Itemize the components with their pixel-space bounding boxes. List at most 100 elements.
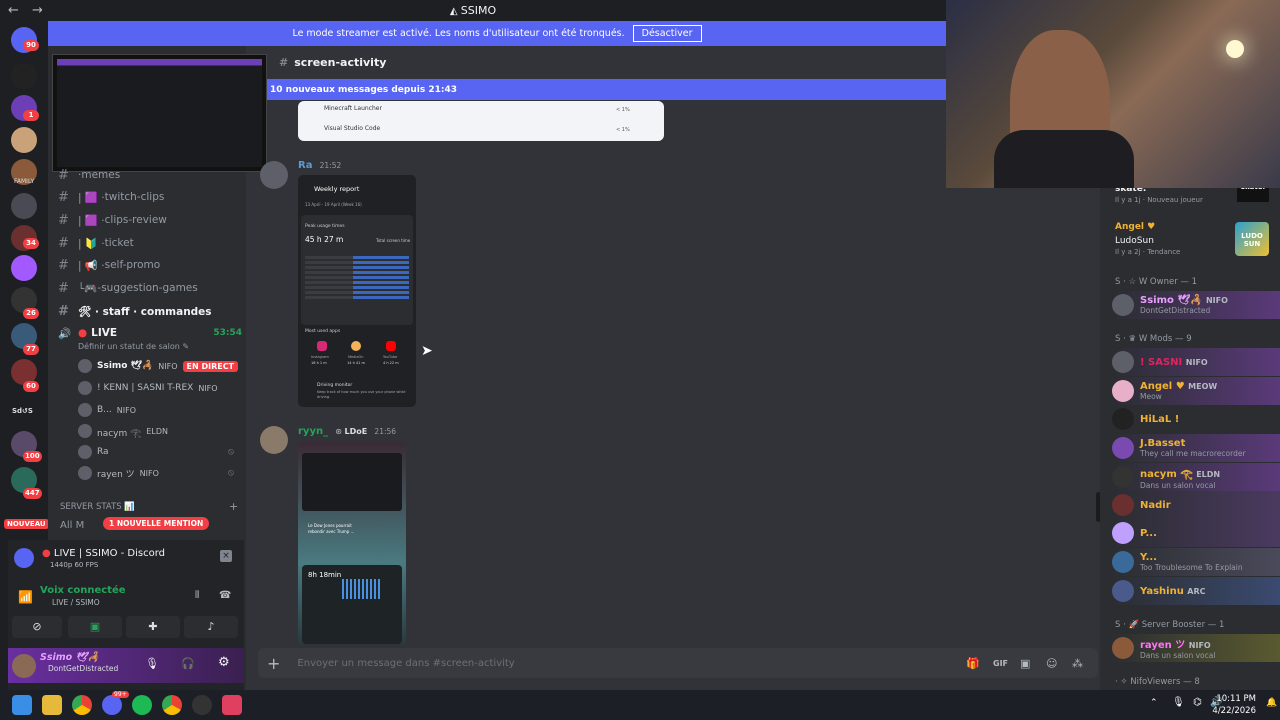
- member-row[interactable]: HiLaL !: [1112, 405, 1280, 433]
- voice-user[interactable]: rayen ツ NIFO ⦸: [78, 463, 234, 483]
- channel-name: memes: [81, 169, 121, 181]
- notification-bell-icon[interactable]: 🔔: [1266, 698, 1277, 708]
- category-server-stats[interactable]: SERVER STATS 📊: [60, 502, 135, 512]
- phone-screenshot-image[interactable]: Le Dow Jones pourrait rebondir avec Trum…: [298, 441, 406, 644]
- author-avatar[interactable]: [260, 426, 288, 454]
- file-explorer-icon[interactable]: [42, 695, 62, 715]
- game-art: LUDO SUN: [1235, 222, 1269, 256]
- app-time: 14 h 41 m: [347, 361, 365, 365]
- voice-user-name: Ra: [97, 447, 109, 457]
- channel-clips-review[interactable]: # | 🟪 · clips-review: [58, 210, 167, 230]
- channel-self-promo[interactable]: # | 📢 · self-promo: [58, 255, 160, 275]
- microphone-icon[interactable]: 🎙: [145, 657, 159, 670]
- avatar: [78, 403, 92, 417]
- gift-icon[interactable]: 🎁: [966, 657, 980, 670]
- window-title-text: SSIMO: [460, 4, 497, 17]
- message-time: 21:52: [319, 161, 342, 170]
- sticker-icon[interactable]: ▣: [1020, 657, 1030, 670]
- nested-screenshot: [302, 453, 402, 511]
- streamer-shirt: [994, 130, 1134, 188]
- set-channel-status[interactable]: Définir un statut de salon ✎: [78, 342, 189, 351]
- channel-prefix: | 🟪 ·: [78, 191, 105, 204]
- instagram-icon: [317, 341, 327, 351]
- soundboard-button[interactable]: ♪: [184, 616, 238, 638]
- tiktok-icon[interactable]: [222, 695, 242, 715]
- server-icon[interactable]: [11, 63, 37, 89]
- voice-connected-label[interactable]: Voix connectée: [40, 585, 126, 596]
- member-row[interactable]: Nadir: [1112, 491, 1280, 519]
- server-badge: 77: [23, 344, 39, 355]
- user-avatar[interactable]: [12, 654, 36, 678]
- voice-channel-live[interactable]: 🔊 ● LIVE 53:54: [58, 323, 242, 343]
- family-label: FAMILY: [14, 178, 35, 185]
- server-badge: 447: [23, 488, 42, 499]
- member-row[interactable]: Yashinu ARC: [1112, 577, 1280, 605]
- author-avatar[interactable]: [260, 161, 288, 189]
- noise-suppression-icon[interactable]: ⫴: [195, 590, 199, 601]
- message-input[interactable]: Envoyer un message dans #screen-activity: [297, 658, 514, 669]
- windows-start-icon[interactable]: [12, 695, 32, 715]
- discord-icon[interactable]: 99+: [102, 691, 129, 715]
- member-name[interactable]: Angel ♥: [1115, 222, 1155, 232]
- voice-user-name: rayen ツ: [97, 469, 135, 480]
- mic-tray-icon[interactable]: 🎙: [1172, 697, 1185, 708]
- app-time: 4 h 22 m: [383, 361, 399, 365]
- network-icon[interactable]: ⌬: [1193, 697, 1202, 708]
- server-icon[interactable]: [11, 193, 37, 219]
- stream-title: ● LIVE | SSIMO - Discord: [42, 548, 166, 559]
- tray-chevron-icon[interactable]: ⌃: [1150, 698, 1158, 708]
- weekly-report-image[interactable]: Weekly report 13 April - 19 April (Week …: [298, 175, 416, 407]
- stop-stream-icon[interactable]: ×: [220, 550, 232, 562]
- chrome-profile-icon[interactable]: [162, 695, 182, 715]
- voice-user[interactable]: Ra ⦸: [78, 442, 234, 462]
- gif-icon[interactable]: GIF: [993, 659, 1008, 668]
- apps-icon[interactable]: ⁂: [1072, 657, 1083, 670]
- disconnect-icon[interactable]: ☎: [219, 590, 231, 601]
- message-author[interactable]: ryyn_: [298, 426, 328, 437]
- headphones-icon[interactable]: 🎧: [181, 657, 195, 670]
- channel-twitch-clips[interactable]: # | 🟪 · twitch-clips: [58, 187, 164, 207]
- hash-icon: #: [58, 303, 69, 319]
- add-channel-icon[interactable]: +: [229, 500, 238, 513]
- add-attachment-icon[interactable]: +: [267, 654, 280, 673]
- chrome-icon[interactable]: [72, 695, 92, 715]
- spotify-icon[interactable]: [132, 695, 152, 715]
- stream-preview-thumbnail[interactable]: [52, 54, 267, 172]
- member-row[interactable]: Y... Too Troublesome To Explain: [1112, 548, 1280, 576]
- voice-user[interactable]: nacym 𓂀 ELDN: [78, 421, 168, 441]
- member-row[interactable]: Angel ♥ MEOW Meow: [1112, 377, 1280, 405]
- voice-timer: 53:54: [213, 328, 242, 338]
- channel-staff-commandes[interactable]: # 🛠 · staff · commandes: [58, 301, 212, 321]
- home-badge: 90: [23, 40, 39, 51]
- message-author[interactable]: Ra: [298, 160, 312, 171]
- server-icon[interactable]: [11, 255, 37, 281]
- member-row[interactable]: ! SASNI NIFO: [1112, 348, 1280, 376]
- channel-ticket[interactable]: # | 🔰 · ticket: [58, 233, 134, 253]
- activities-button[interactable]: ✚: [126, 616, 180, 638]
- app-name: Instagram: [311, 355, 329, 359]
- member-row[interactable]: Ssimo 🕊🦂 NIFO DontGetDistracted: [1112, 291, 1280, 319]
- disable-streamer-button[interactable]: Désactiver: [632, 25, 702, 42]
- member-row[interactable]: rayen ツ NIFO Dans un salon vocal: [1112, 634, 1280, 662]
- channel-all-members[interactable]: All M: [60, 520, 84, 531]
- obs-icon[interactable]: [192, 695, 212, 715]
- member-row[interactable]: J.Basset They call me macrorecorder: [1112, 434, 1280, 462]
- settings-gear-icon[interactable]: ⚙: [218, 655, 230, 670]
- voice-user[interactable]: ! KENN | SASNI T-REX NIFO: [78, 378, 218, 398]
- emoji-icon[interactable]: ☺: [1046, 657, 1057, 670]
- camera-off-button[interactable]: ⊘: [12, 616, 62, 638]
- embed-image-top[interactable]: Minecraft Launcher Visual Studio Code < …: [298, 101, 664, 141]
- channel-memes[interactable]: # · memes: [58, 165, 120, 185]
- new-mention-pill[interactable]: 1 NOUVELLE MENTION: [103, 517, 210, 530]
- server-label[interactable]: Sd↺S: [12, 407, 33, 415]
- new-messages-bar[interactable]: 10 nouveaux messages depuis 21:43: [267, 79, 946, 100]
- voice-user[interactable]: Ssimo 🕊🦂 NIFO EN DIRECT: [78, 356, 239, 376]
- system-clock[interactable]: 10:11 PM 4/22/2026: [1212, 693, 1256, 717]
- channel-name: clips-review: [104, 214, 167, 226]
- channel-suggestion-games[interactable]: # └🎮 -suggestion-games: [58, 278, 198, 298]
- screen-share-button[interactable]: ▣: [68, 616, 122, 638]
- member-row[interactable]: nacym 𓂀 ELDN Dans un salon vocal: [1112, 463, 1280, 491]
- voice-user[interactable]: B... NIFO: [78, 400, 136, 420]
- server-icon[interactable]: [11, 127, 37, 153]
- member-row[interactable]: P...: [1112, 519, 1280, 547]
